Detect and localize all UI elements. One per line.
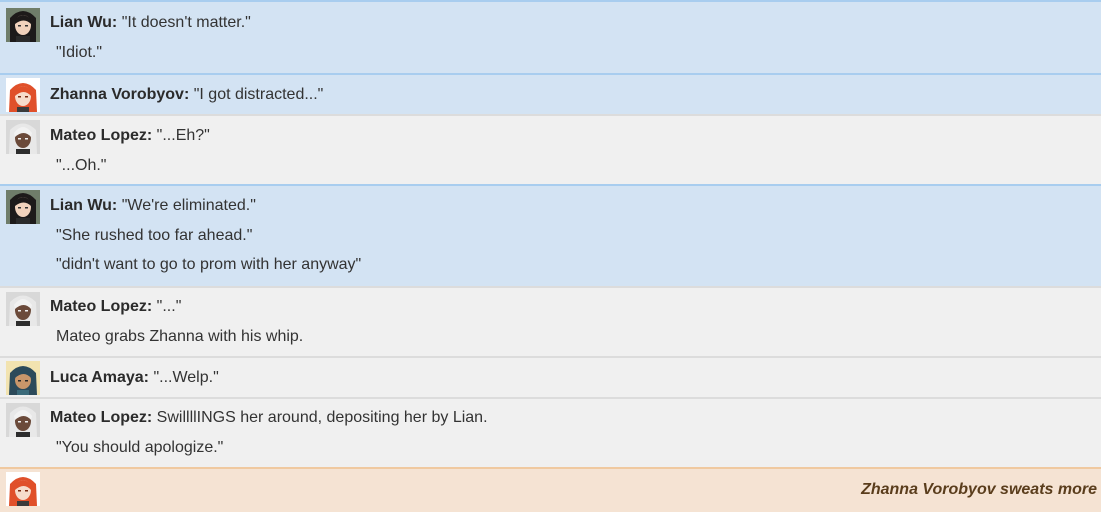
- action-text: Zhanna Vorobyov sweats more: [861, 481, 1097, 498]
- message-text: SwillllINGS her around, depositing her b…: [156, 409, 488, 426]
- mateo-lopez-avatar-icon[interactable]: [6, 292, 40, 326]
- chat-message: Mateo Lopez: SwillllINGS her around, dep…: [0, 397, 1101, 467]
- message-line: Mateo Lopez: "...Eh?": [50, 126, 210, 146]
- speaker-name: Lian Wu:: [50, 197, 118, 214]
- message-text: "...": [156, 298, 182, 315]
- lian-wu-avatar-icon[interactable]: [6, 8, 40, 42]
- luca-amaya-avatar-icon[interactable]: [6, 361, 40, 395]
- chat-message: Mateo Lopez: "..." Mateo grabs Zhanna wi…: [0, 286, 1101, 356]
- speaker-name: Zhanna Vorobyov:: [50, 86, 190, 103]
- mateo-lopez-avatar-icon[interactable]: [6, 120, 40, 154]
- chat-message: Mateo Lopez: "...Eh?" "...Oh.": [0, 114, 1101, 184]
- message-text: "We're eliminated.": [121, 197, 256, 214]
- message-line: "Idiot.": [56, 44, 103, 61]
- zhanna-vorobyov-avatar-icon[interactable]: [6, 78, 40, 112]
- lian-wu-avatar-icon[interactable]: [6, 190, 40, 224]
- message-line: Mateo Lopez: SwillllINGS her around, dep…: [50, 408, 488, 428]
- speaker-name: Lian Wu:: [50, 14, 118, 31]
- message-line: "didn't want to go to prom with her anyw…: [56, 256, 362, 273]
- message-text: "I got distracted...": [193, 86, 324, 103]
- message-line: Mateo grabs Zhanna with his whip.: [56, 328, 304, 345]
- mateo-lopez-avatar-icon[interactable]: [6, 403, 40, 437]
- message-line: "...Oh.": [56, 157, 107, 174]
- chat-message: Luca Amaya: "...Welp.": [0, 356, 1101, 397]
- chat-message: Zhanna Vorobyov: "I got distracted...": [0, 73, 1101, 114]
- chat-message: Lian Wu: "It doesn't matter." "Idiot.": [0, 0, 1101, 73]
- message-line: Zhanna Vorobyov: "I got distracted...": [50, 85, 323, 105]
- message-line: Lian Wu: "It doesn't matter.": [50, 13, 251, 33]
- message-line: Luca Amaya: "...Welp.": [50, 368, 219, 388]
- message-text: "It doesn't matter.": [121, 14, 251, 31]
- chat-action-message: Zhanna Vorobyov sweats more: [0, 467, 1101, 512]
- message-text: "...Eh?": [156, 127, 210, 144]
- chat-log: Lian Wu: "It doesn't matter." "Idiot." Z…: [0, 0, 1101, 512]
- message-line: "You should apologize.": [56, 439, 224, 456]
- zhanna-vorobyov-avatar-icon[interactable]: [6, 472, 40, 506]
- chat-message: Lian Wu: "We're eliminated." "She rushed…: [0, 184, 1101, 286]
- speaker-name: Mateo Lopez:: [50, 409, 153, 426]
- speaker-name: Luca Amaya:: [50, 369, 149, 386]
- speaker-name: Mateo Lopez:: [50, 127, 153, 144]
- speaker-name: Mateo Lopez:: [50, 298, 153, 315]
- message-line: Mateo Lopez: "...": [50, 297, 181, 317]
- message-line: "She rushed too far ahead.": [56, 227, 253, 244]
- message-line: Lian Wu: "We're eliminated.": [50, 196, 256, 216]
- message-text: "...Welp.": [153, 369, 219, 386]
